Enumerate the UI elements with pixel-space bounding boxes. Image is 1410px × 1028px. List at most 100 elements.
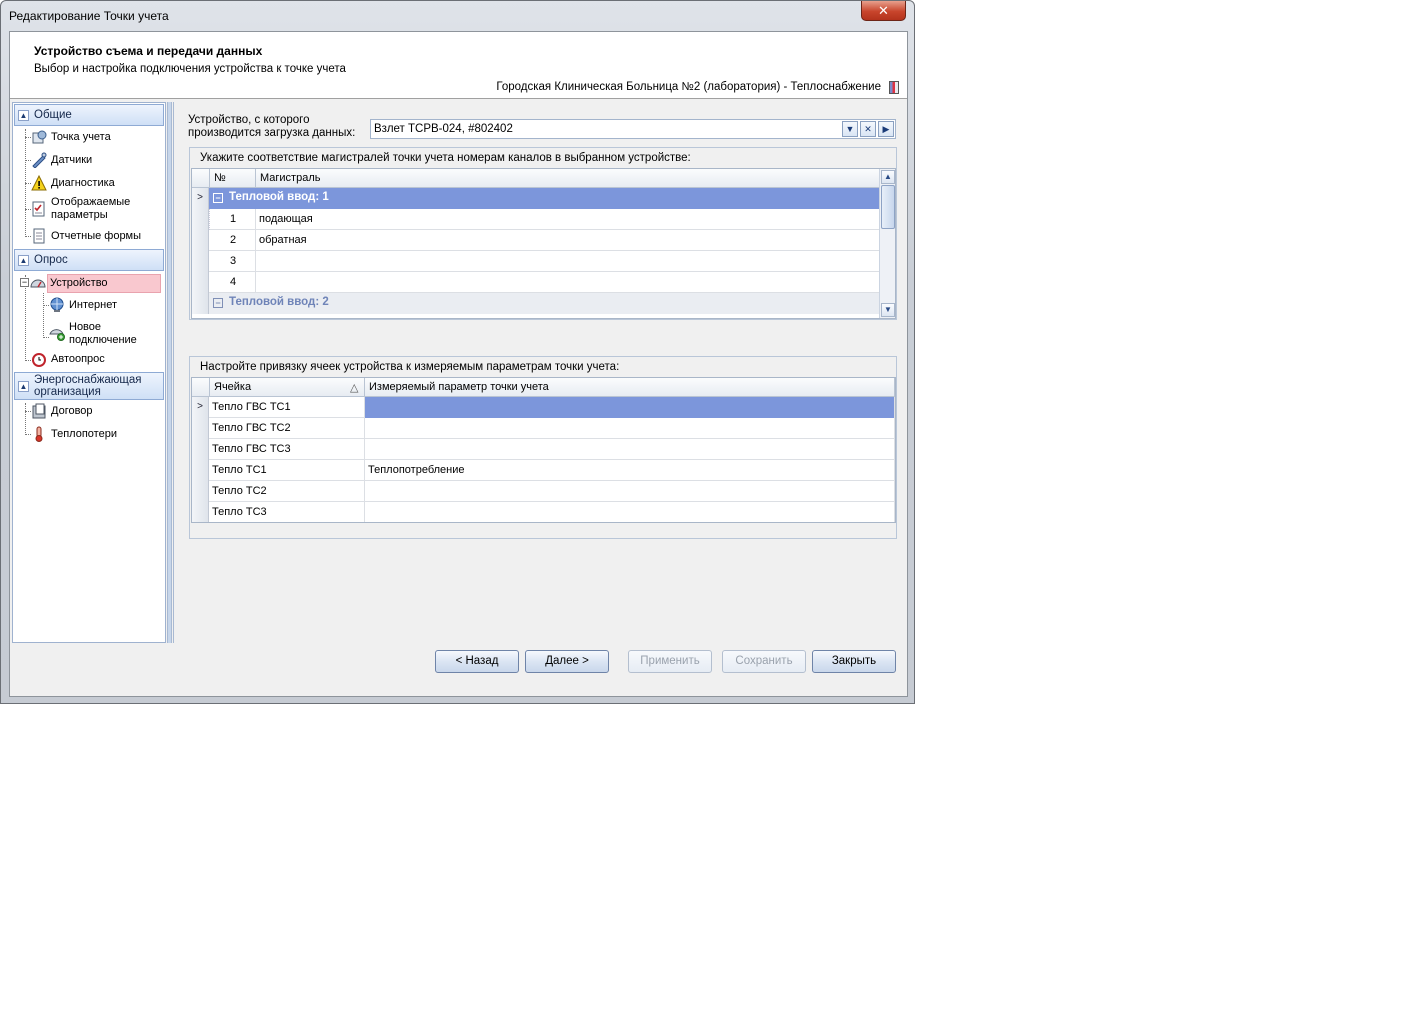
globe-icon (50, 297, 64, 312)
cells-caption: Настройте привязку ячеек устройства к из… (200, 361, 620, 373)
device-label-line: производится загрузка данных: (188, 127, 356, 139)
thermometer-icon (35, 426, 43, 442)
cells-grid[interactable]: Ячейка △ Измеряемый параметр точки учета … (191, 377, 896, 523)
nav-item-label-line: Отображаемые (51, 196, 131, 208)
sort-ascending-icon: △ (350, 382, 359, 394)
device-combobox-value: Взлет ТСРВ-024, #802402 (374, 123, 513, 135)
scroll-down-icon[interactable]: ▼ (881, 303, 895, 317)
table-row[interactable]: Тепло ТС2 (192, 481, 895, 502)
parameter-value: Теплопотребление (368, 464, 465, 476)
sensor-probe-icon (32, 152, 47, 168)
save-button[interactable]: Сохранить (722, 650, 806, 673)
device-settings-panel: Устройство, с которого производится загр… (173, 102, 906, 643)
scroll-up-icon[interactable]: ▲ (881, 170, 895, 184)
table-row[interactable]: 3 (192, 251, 880, 272)
dropdown-chevron-icon[interactable]: ▼ (842, 121, 858, 137)
cell-name: Тепло ГВС ТС3 (212, 443, 291, 455)
table-row[interactable]: 2 обратная (192, 230, 880, 251)
channels-grid[interactable]: № Магистраль > − Тепловой ввод: 1 1 пода… (191, 168, 896, 319)
table-row[interactable]: Тепло ТС1 Теплопотребление (192, 460, 895, 481)
nav-group-energy-org[interactable]: ▲ Энергоснабжающая организация (14, 372, 164, 400)
clear-icon[interactable]: ✕ (860, 121, 876, 137)
checklist-icon (32, 201, 45, 217)
open-arrow-icon[interactable]: ▶ (878, 121, 894, 137)
back-button[interactable]: < Назад (435, 650, 519, 673)
tree-collapse-toggle[interactable]: − (20, 278, 29, 287)
cell-name: Тепло ТС1 (212, 464, 267, 476)
row-indicator-icon: > (192, 188, 209, 209)
title-bar: Редактирование Точки учета ✕ (1, 1, 914, 31)
column-header-parameter[interactable]: Измеряемый параметр точки учета (365, 378, 895, 397)
tree-line (43, 293, 44, 338)
column-header-cell[interactable]: Ячейка △ (210, 378, 365, 397)
cells-group: Настройте привязку ячеек устройства к из… (189, 356, 897, 539)
panel-splitter[interactable] (167, 102, 172, 643)
cell-name: Тепло ГВС ТС2 (212, 422, 291, 434)
gauge-device-icon (30, 279, 46, 288)
table-row[interactable]: 1 подающая (192, 209, 880, 230)
channel-number: 4 (230, 276, 237, 288)
table-row[interactable]: Тепло ГВС ТС3 (192, 439, 895, 460)
thermometer-icon (889, 81, 899, 94)
collapse-group-icon[interactable]: − (213, 298, 223, 308)
group-row[interactable]: − Тепловой ввод: 2 (192, 293, 880, 314)
document-icon (33, 228, 45, 244)
channel-number: 1 (230, 213, 237, 225)
channel-number: 3 (230, 255, 237, 267)
cell-name: Тепло ТС3 (212, 506, 267, 518)
next-button[interactable]: Далее > (525, 650, 609, 673)
wizard-header: Устройство съема и передачи данных Выбор… (10, 32, 907, 99)
column-header-main-line[interactable]: Магистраль (256, 169, 880, 188)
close-button[interactable]: Закрыть (812, 650, 896, 673)
page-title: Устройство съема и передачи данных (34, 44, 263, 58)
nav-item-label-line: параметры (51, 209, 108, 221)
contract-folder-icon (32, 403, 46, 419)
cell-name: Тепло ГВС ТС1 (212, 401, 291, 413)
collapse-chevron-icon[interactable]: ▲ (18, 255, 29, 266)
close-window-button[interactable]: ✕ (861, 1, 906, 21)
navigation-panel: ▲ Общие Точка учета Датчики Диагностика (12, 102, 166, 643)
table-row[interactable]: Тепло ГВС ТС2 (192, 418, 895, 439)
collapse-chevron-icon[interactable]: ▲ (18, 381, 29, 392)
nav-group-label: Общие (34, 109, 72, 121)
nav-group-label-line: организация (34, 386, 101, 398)
grid-corner (192, 378, 210, 397)
tree-line (25, 403, 26, 435)
group-row[interactable]: > − Тепловой ввод: 1 (192, 188, 880, 209)
group-label: Тепловой ввод: 2 (229, 296, 329, 308)
dialog-window: Редактирование Точки учета ✕ Устройство … (0, 0, 915, 704)
collapse-group-icon[interactable]: − (213, 193, 223, 203)
device-combobox[interactable]: Взлет ТСРВ-024, #802402 ▼ ✕ ▶ (370, 119, 896, 139)
table-row[interactable]: > Тепло ГВС ТС1 (192, 397, 895, 418)
new-connection-icon (49, 329, 65, 341)
table-row[interactable]: 4 (192, 272, 880, 293)
nav-group-general[interactable]: ▲ Общие (14, 104, 164, 126)
apply-button[interactable]: Применить (628, 650, 712, 673)
cell-name: Тепло ТС2 (212, 485, 267, 497)
nav-group-label: Опрос (34, 254, 68, 266)
location-label: Городская Клиническая Больница №2 (лабор… (496, 81, 881, 93)
channels-caption: Укажите соответствие магистралей точки у… (200, 152, 691, 164)
main-line-name: обратная (259, 234, 307, 246)
group-label: Тепловой ввод: 1 (229, 191, 329, 203)
device-label-line: Устройство, с которого (188, 114, 310, 126)
nav-group-label-line: Энергоснабжающая (34, 374, 142, 386)
main-line-name: подающая (259, 213, 313, 225)
channels-group: Укажите соответствие магистралей точки у… (189, 147, 897, 320)
tree-line (25, 275, 26, 361)
nav-group-polling[interactable]: ▲ Опрос (14, 249, 164, 271)
channel-number: 2 (230, 234, 237, 246)
nav-item-label-line: Новое (69, 321, 102, 333)
column-header-number[interactable]: № (210, 169, 256, 188)
page-subtitle: Выбор и настройка подключения устройства… (34, 63, 346, 75)
grid-corner (192, 169, 210, 188)
metering-point-icon (32, 130, 47, 144)
vertical-scrollbar[interactable]: ▲ ▼ (879, 169, 895, 318)
collapse-chevron-icon[interactable]: ▲ (18, 110, 29, 121)
warning-icon (31, 175, 47, 191)
scrollbar-thumb[interactable] (881, 185, 895, 229)
nav-item-label-line: подключение (69, 334, 137, 346)
alarm-clock-icon (32, 353, 46, 367)
device-label: Устройство, с которого производится загр… (188, 114, 355, 140)
table-row[interactable]: Тепло ТС3 (192, 502, 895, 522)
